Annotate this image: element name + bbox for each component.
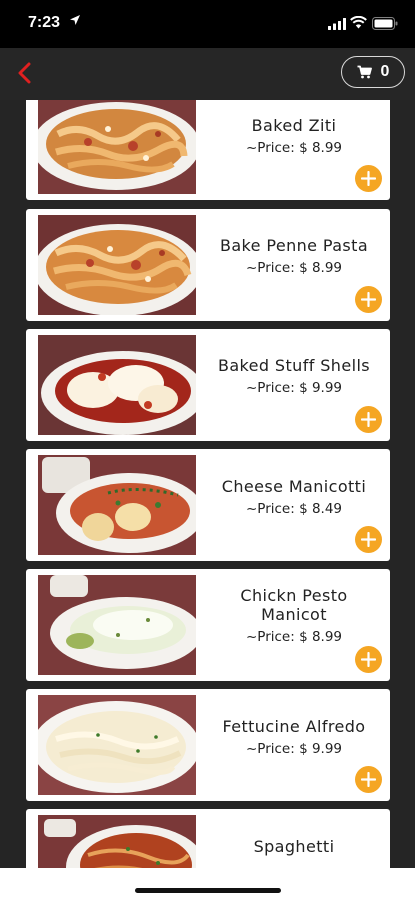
menu-item-spaghetti[interactable]: Spaghetti xyxy=(26,809,390,868)
plus-icon xyxy=(361,171,376,186)
bottom-bar xyxy=(0,868,415,900)
plus-icon xyxy=(361,532,376,547)
cart-button[interactable]: 0 xyxy=(341,56,405,88)
menu-item-chickn-pesto-manicot[interactable]: Chickn Pesto Manicot ~Price: $ 8.99 xyxy=(26,569,390,681)
item-price: ~Price: $ 8.99 xyxy=(245,629,343,645)
item-name: Baked Ziti xyxy=(251,116,337,135)
item-price: ~Price: $ 8.99 xyxy=(245,260,343,276)
item-price: ~Price: $ 8.49 xyxy=(245,501,343,517)
menu-item-cheese-manicotti[interactable]: Cheese Manicotti ~Price: $ 8.49 xyxy=(26,449,390,561)
item-name: Chickn Pesto Manicot xyxy=(240,586,348,624)
spaghetti-photo xyxy=(38,815,196,868)
plus-icon xyxy=(361,652,376,667)
menu-item-fettucine-alfredo[interactable]: Fettucine Alfredo ~Price: $ 9.99 xyxy=(26,689,390,801)
add-to-cart-button[interactable] xyxy=(355,165,382,192)
item-name: Baked Stuff Shells xyxy=(217,356,371,375)
item-name: Bake Penne Pasta xyxy=(219,236,369,255)
add-to-cart-button[interactable] xyxy=(355,766,382,793)
item-name: Cheese Manicotti xyxy=(221,477,367,496)
menu-item-bake-penne-pasta[interactable]: Bake Penne Pasta ~Price: $ 8.99 xyxy=(26,209,390,321)
baked-ziti-photo xyxy=(38,100,196,194)
location-arrow-icon xyxy=(70,15,80,25)
item-price: ~Price: $ 9.99 xyxy=(245,741,343,757)
chevron-left-icon xyxy=(18,62,31,84)
manicotti-photo xyxy=(38,455,196,555)
fettucine-alfredo-photo xyxy=(38,695,196,795)
menu-list[interactable]: Baked Ziti ~Price: $ 8.99 Bake Penne Pas… xyxy=(0,100,415,868)
status-bar: 7:23 xyxy=(0,0,415,48)
plus-icon xyxy=(361,292,376,307)
pesto-manicotti-photo xyxy=(38,575,196,675)
add-to-cart-button[interactable] xyxy=(355,406,382,433)
wifi-icon xyxy=(350,16,367,29)
menu-item-baked-stuff-shells[interactable]: Baked Stuff Shells ~Price: $ 9.99 xyxy=(26,329,390,441)
cellular-signal-icon xyxy=(328,18,346,30)
shopping-cart-icon xyxy=(357,65,372,79)
status-time: 7:23 xyxy=(28,14,61,31)
stuffed-shells-photo xyxy=(38,335,196,435)
battery-icon xyxy=(372,17,398,30)
cart-count: 0 xyxy=(380,63,390,80)
add-to-cart-button[interactable] xyxy=(355,526,382,553)
item-price: ~Price: $ 9.99 xyxy=(245,380,343,396)
add-to-cart-button[interactable] xyxy=(355,286,382,313)
penne-pasta-photo xyxy=(38,215,196,315)
home-indicator[interactable] xyxy=(135,888,281,893)
plus-icon xyxy=(361,772,376,787)
item-name: Spaghetti xyxy=(253,837,335,856)
item-price: ~Price: $ 8.99 xyxy=(245,140,343,156)
nav-bar: 0 xyxy=(0,48,415,100)
add-to-cart-button[interactable] xyxy=(355,646,382,673)
menu-item-baked-ziti[interactable]: Baked Ziti ~Price: $ 8.99 xyxy=(26,100,390,200)
item-name: Fettucine Alfredo xyxy=(222,717,366,736)
back-button[interactable] xyxy=(10,58,38,88)
plus-icon xyxy=(361,412,376,427)
